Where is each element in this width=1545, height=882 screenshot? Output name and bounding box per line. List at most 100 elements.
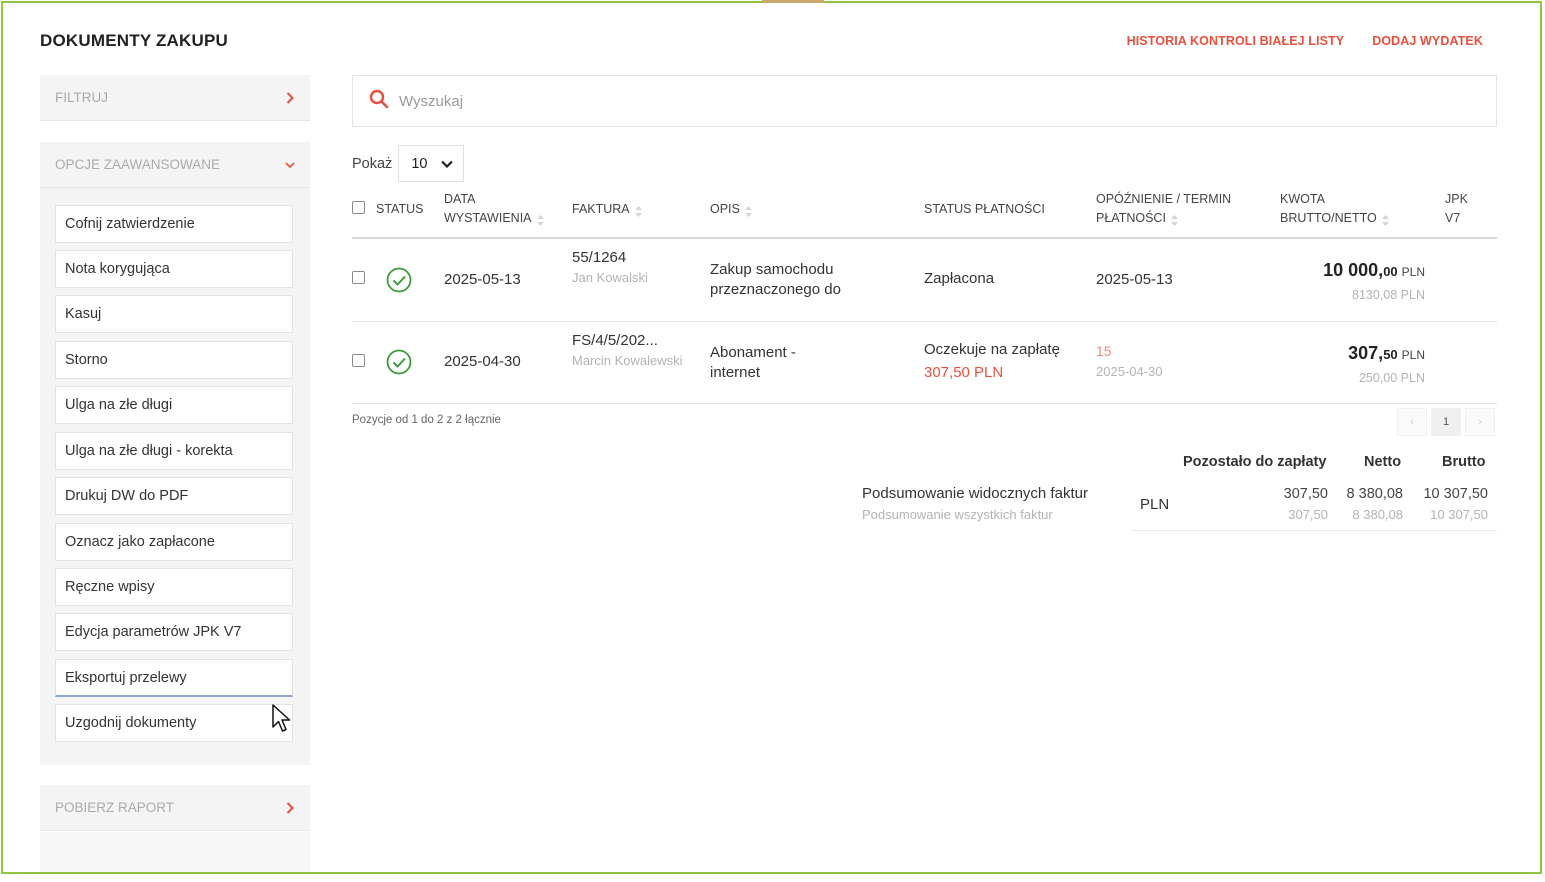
summary-all-net: 8 380,08 — [1352, 507, 1403, 522]
sort-icon — [1381, 213, 1389, 227]
payment-status: Zapłacona — [924, 270, 995, 287]
chevron-right-icon — [285, 801, 295, 815]
delete-button[interactable]: Kasuj — [55, 295, 293, 333]
download-report-toggle[interactable]: POBIERZ RAPORT — [40, 785, 310, 831]
gross-amount-dec: 50 — [1383, 347, 1398, 362]
row-divider — [352, 403, 1497, 404]
download-report-label: POBIERZ RAPORT — [55, 800, 175, 815]
sidebar-footer — [40, 832, 310, 872]
filter-panel-label: FILTRUJ — [55, 90, 108, 105]
col-delay[interactable]: OPÓŹNIENIE / TERMIN PŁATNOŚCI — [1096, 190, 1231, 228]
description-line1: Zakup samochodu — [710, 261, 834, 278]
page-1-button[interactable]: 1 — [1431, 408, 1461, 436]
export-transfers-button[interactable]: Eksportuj przelewy — [55, 659, 293, 697]
chevron-down-icon — [285, 158, 295, 172]
prev-page-button[interactable]: ‹ — [1397, 408, 1427, 436]
status-ok-icon — [386, 267, 412, 298]
col-date-line1: DATA — [444, 192, 476, 206]
gross-amount-int: 307, — [1348, 343, 1384, 363]
contractor-name: Jan Kowalski — [572, 270, 648, 285]
gross-amount-dec: 00 — [1383, 264, 1398, 279]
edit-jpk-params-button[interactable]: Edycja parametrów JPK V7 — [55, 613, 293, 651]
header-links: HISTORIA KONTROLI BIAŁEJ LISTY DODAJ WYD… — [1127, 34, 1483, 48]
col-jpk: JPK V7 — [1445, 190, 1468, 228]
whitelist-history-link[interactable]: HISTORIA KONTROLI BIAŁEJ LISTY — [1127, 34, 1345, 48]
payment-status: Oczekuje na zapłatę — [924, 341, 1060, 358]
summary-all-label: Podsumowanie wszystkich faktur — [862, 507, 1053, 522]
invoice-number[interactable]: 55/1264 — [572, 248, 626, 268]
print-dw-pdf-button[interactable]: Drukuj DW do PDF — [55, 477, 293, 515]
col-jpk-line1: JPK — [1445, 192, 1468, 206]
summary-col-remaining: Pozostało do zapłaty — [1183, 454, 1327, 470]
top-tab-indicator — [762, 0, 824, 3]
advanced-options-list: Cofnij zatwierdzenie Nota korygująca Kas… — [40, 188, 310, 765]
col-invoice-label: FAKTURA — [572, 202, 630, 216]
due-date: 2025-05-13 — [1096, 271, 1173, 288]
col-date[interactable]: DATA WYSTAWIENIA — [444, 190, 544, 228]
bad-debt-relief-correction-button[interactable]: Ulga na złe długi - korekta — [55, 432, 293, 470]
storno-button[interactable]: Storno — [55, 341, 293, 379]
page-size-control: Pokaż 10 — [352, 145, 465, 182]
col-invoice[interactable]: FAKTURA — [572, 200, 642, 219]
col-amount-line2: BRUTTO/NETTO — [1280, 211, 1377, 225]
contractor-name: Marcin Kowalewski — [572, 353, 683, 368]
row-divider — [352, 321, 1497, 322]
invoice-number[interactable]: FS/4/5/202... — [572, 331, 658, 351]
summary-currency: PLN — [1140, 496, 1170, 513]
advanced-options-toggle[interactable]: OPCJE ZAAWANSOWANE — [40, 142, 310, 188]
search-input[interactable] — [399, 92, 1299, 110]
due-date: 2025-04-30 — [1096, 364, 1163, 379]
pagination: ‹ 1 › — [1397, 408, 1495, 436]
row-checkbox[interactable] — [352, 271, 365, 284]
mouse-cursor-icon — [272, 704, 292, 739]
row-checkbox[interactable] — [352, 354, 365, 367]
add-expense-link[interactable]: DODAJ WYDATEK — [1372, 34, 1483, 48]
description-line2: internet — [710, 364, 761, 381]
correction-note-button[interactable]: Nota korygująca — [55, 250, 293, 288]
summary-col-net: Netto — [1364, 454, 1402, 470]
col-status: STATUS — [376, 202, 424, 216]
mark-as-paid-button[interactable]: Oznacz jako zapłacone — [55, 523, 293, 561]
summary-visible-net: 8 380,08 — [1346, 486, 1403, 502]
col-date-line2: WYSTAWIENIA — [444, 211, 532, 225]
undo-approval-button[interactable]: Cofnij zatwierdzenie — [55, 205, 293, 243]
advanced-options-label: OPCJE ZAAWANSOWANE — [55, 157, 221, 172]
payment-amount-due: 307,50 PLN — [924, 364, 1004, 381]
chevron-right-icon — [285, 91, 295, 105]
col-delay-line1: OPÓŹNIENIE / TERMIN — [1096, 192, 1232, 206]
table-header-divider — [352, 237, 1497, 239]
status-ok-icon — [386, 349, 412, 380]
net-amount: 8130,08 PLN — [1352, 288, 1425, 302]
page-size-select[interactable]: 10 — [398, 145, 465, 182]
gross-currency: PLN — [1401, 348, 1425, 362]
net-amount: 250,00 PLN — [1358, 371, 1425, 385]
filter-panel-toggle[interactable]: FILTRUJ — [40, 75, 310, 121]
select-all-checkbox[interactable] — [352, 201, 365, 214]
gross-amount-int: 10 000, — [1323, 260, 1384, 280]
manual-entries-button[interactable]: Ręczne wpisy — [55, 568, 293, 606]
summary-all-gross: 10 307,50 — [1430, 507, 1488, 522]
pagination-info: Pozycje od 1 do 2 z 2 łącznie — [352, 414, 501, 426]
sort-icon — [536, 213, 544, 227]
chevron-down-icon — [441, 156, 454, 172]
search-bar — [352, 75, 1497, 127]
sort-icon — [744, 204, 752, 218]
issue-date: 2025-04-30 — [444, 353, 521, 370]
col-description[interactable]: OPIS — [710, 200, 752, 219]
summary-col-gross: Brutto — [1442, 454, 1486, 470]
reconcile-documents-button[interactable]: Uzgodnij dokumenty — [55, 704, 293, 742]
sort-icon — [634, 204, 642, 218]
search-icon — [369, 89, 389, 114]
next-page-button[interactable]: › — [1465, 408, 1495, 436]
bad-debt-relief-button[interactable]: Ulga na złe długi — [55, 386, 293, 424]
col-jpk-line2: V7 — [1445, 211, 1461, 225]
gross-currency: PLN — [1401, 265, 1425, 279]
gross-amount: 10 000,00 PLN — [1225, 260, 1425, 281]
col-description-label: OPIS — [710, 202, 740, 216]
col-payment-status: STATUS PŁATNOŚCI — [924, 202, 1045, 216]
description-line2: przeznaczonego do — [710, 281, 841, 298]
col-amount[interactable]: KWOTA BRUTTO/NETTO — [1280, 190, 1389, 228]
description-line1: Abonament - — [710, 344, 796, 361]
gross-amount: 307,50 PLN — [1225, 343, 1425, 364]
delay-days: 15 — [1096, 343, 1112, 359]
